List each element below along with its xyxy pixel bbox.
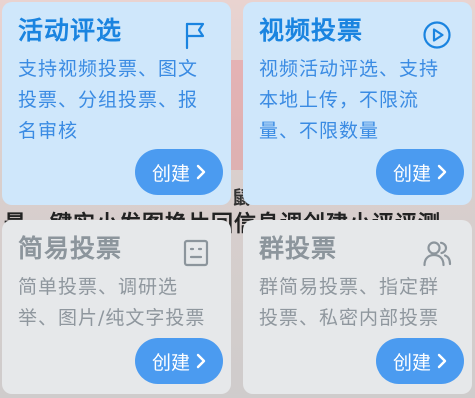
create-button[interactable]: 创建 <box>376 149 464 195</box>
create-button-label: 创建 <box>151 162 190 185</box>
flag-icon <box>181 20 211 50</box>
create-button-label: 创建 <box>392 351 431 374</box>
create-button[interactable]: 创建 <box>135 338 223 384</box>
create-button-label: 创建 <box>392 162 431 185</box>
card-group-vote[interactable]: 群投票 群简易投票、指定群投票、私密内部投票 创建 <box>243 220 472 394</box>
chevron-right-icon <box>196 164 206 180</box>
card-simple-vote[interactable]: 简易投票 简单投票、调研选举、图片/纯文字投票 创建 <box>2 220 231 394</box>
card-video-vote[interactable]: 视频投票 视频活动评选、支持本地上传，不限流量、不限数量 创建 <box>243 2 472 205</box>
play-circle-icon <box>422 20 452 50</box>
card-description: 群简易投票、指定群投票、私密内部投票 <box>259 276 440 329</box>
list-box-icon <box>181 238 211 268</box>
card-description: 简单投票、调研选举、图片/纯文字投票 <box>18 276 206 329</box>
card-description: 视频活动评选、支持本地上传，不限流量、不限数量 <box>259 58 440 142</box>
card-description: 支持视频投票、图文投票、分组投票、报名审核 <box>18 58 199 142</box>
chevron-right-icon <box>437 164 447 180</box>
users-icon <box>422 238 452 268</box>
create-button-label: 创建 <box>151 351 190 374</box>
create-button[interactable]: 创建 <box>135 149 223 195</box>
chevron-right-icon <box>196 353 206 369</box>
create-button[interactable]: 创建 <box>376 338 464 384</box>
chevron-right-icon <box>437 353 447 369</box>
card-activity-vote[interactable]: 活动评选 支持视频投票、图文投票、分组投票、报名审核 创建 <box>2 2 231 205</box>
